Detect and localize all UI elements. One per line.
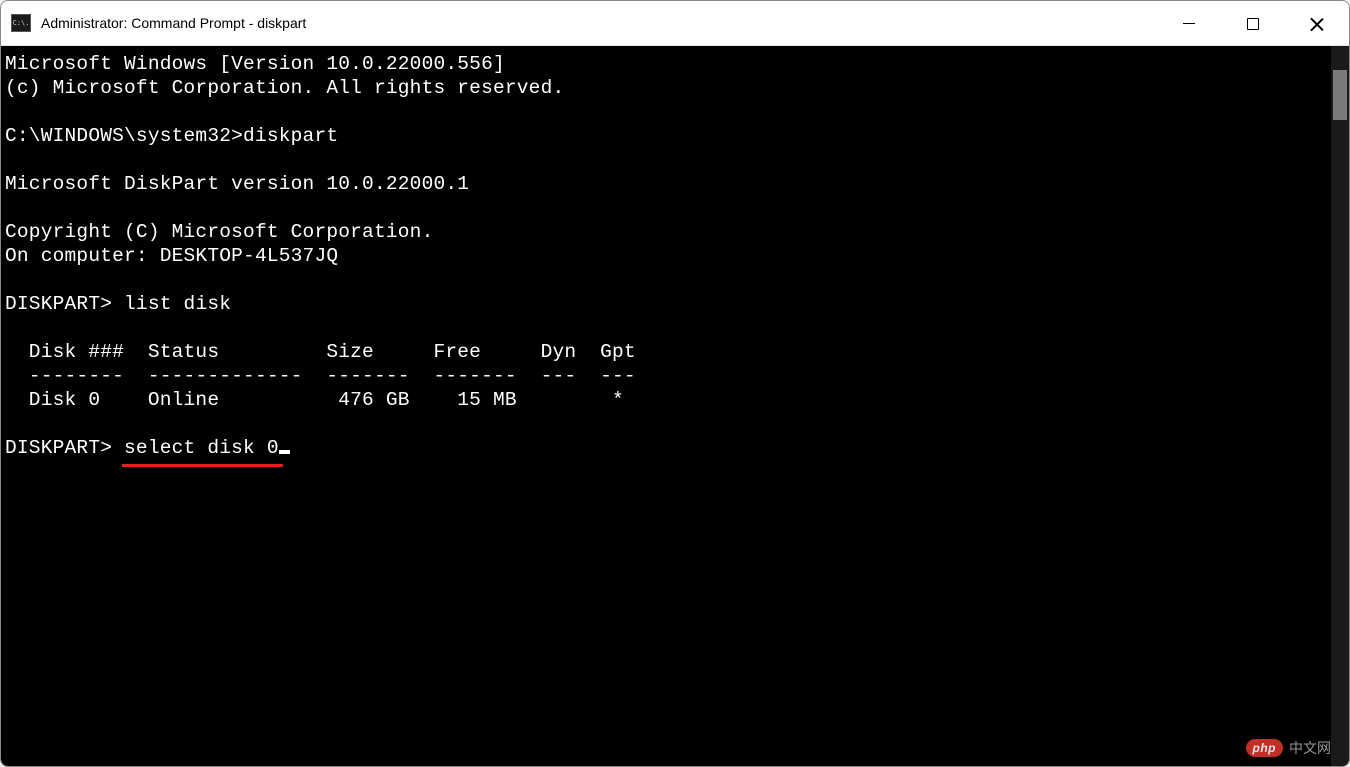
output-line [5,268,1327,292]
window-controls [1157,1,1349,46]
highlighted-command: select disk 0 [124,436,279,460]
cmd-app-icon-text: C:\. [13,20,30,27]
output-line [5,148,1327,172]
titlebar[interactable]: C:\. Administrator: Command Prompt - dis… [1,1,1349,46]
prompt-line: C:\WINDOWS\system32>diskpart [5,124,1327,148]
maximize-button[interactable] [1221,1,1285,46]
minimize-icon [1183,23,1195,25]
prompt-line: DISKPART> select disk 0 [5,436,1327,460]
prompt-line: DISKPART> list disk [5,292,1327,316]
cmd-app-icon: C:\. [11,14,31,32]
table-header: Disk ### Status Size Free Dyn Gpt [5,340,1327,364]
terminal-content[interactable]: Microsoft Windows [Version 10.0.22000.55… [1,46,1331,766]
prompt: C:\WINDOWS\system32> [5,125,243,147]
output-line [5,412,1327,436]
output-line: Copyright (C) Microsoft Corporation. [5,220,1327,244]
command-text: diskpart [243,125,338,147]
output-line: (c) Microsoft Corporation. All rights re… [5,76,1327,100]
vertical-scrollbar[interactable] [1331,46,1349,766]
command-text: list disk [124,293,231,315]
output-line: On computer: DESKTOP-4L537JQ [5,244,1327,268]
terminal-area[interactable]: Microsoft Windows [Version 10.0.22000.55… [1,46,1349,766]
cursor [279,450,290,454]
maximize-icon [1247,18,1259,30]
output-line [5,316,1327,340]
output-line [5,100,1327,124]
watermark: php 中文网 [1246,738,1332,758]
output-line [5,196,1327,220]
watermark-badge: php [1246,739,1284,757]
scrollbar-thumb[interactable] [1333,70,1347,120]
diskpart-prompt: DISKPART> [5,293,124,315]
close-icon [1310,17,1324,31]
table-divider: -------- ------------- ------- ------- -… [5,364,1327,388]
window-title: Administrator: Command Prompt - diskpart [41,15,306,31]
table-row: Disk 0 Online 476 GB 15 MB * [5,388,1327,412]
minimize-button[interactable] [1157,1,1221,46]
diskpart-prompt: DISKPART> [5,437,124,459]
close-button[interactable] [1285,1,1349,46]
output-line: Microsoft DiskPart version 10.0.22000.1 [5,172,1327,196]
watermark-text: 中文网 [1289,738,1331,758]
command-prompt-window: C:\. Administrator: Command Prompt - dis… [0,0,1350,767]
output-line: Microsoft Windows [Version 10.0.22000.55… [5,52,1327,76]
